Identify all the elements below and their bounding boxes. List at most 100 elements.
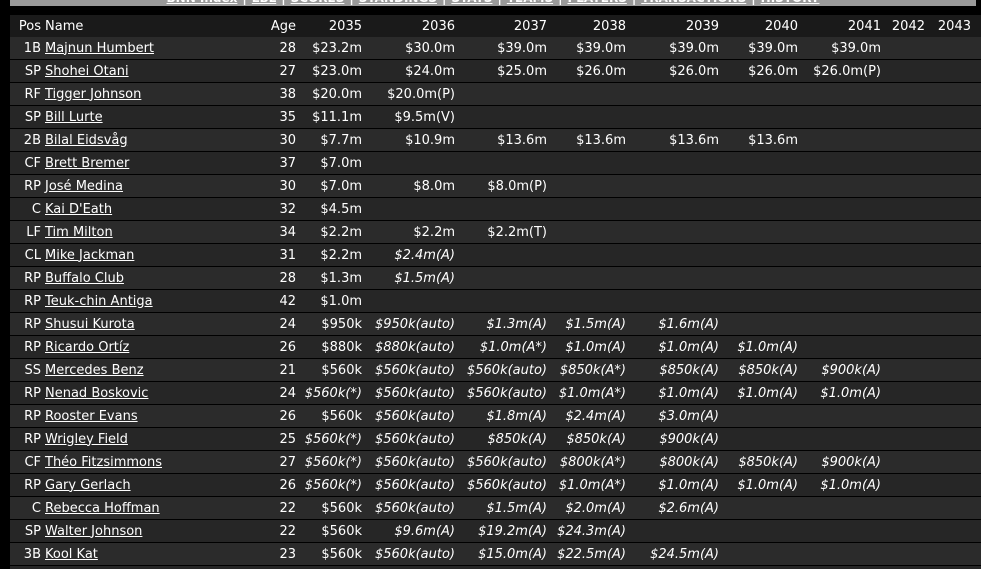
player-link[interactable]: Gary Gerlach [45, 478, 131, 493]
player-link[interactable]: Tigger Johnson [45, 87, 141, 102]
column-header-year-2042[interactable]: 2042 [881, 15, 925, 37]
salary-cell-2037 [455, 267, 547, 290]
player-link[interactable]: Rooster Evans [45, 409, 138, 424]
salary-cell-2043 [925, 244, 971, 267]
column-header-year-2040[interactable]: 2040 [719, 15, 798, 37]
salary-cell-2041 [798, 267, 881, 290]
salary-cell-2043 [925, 336, 971, 359]
player-link[interactable]: Kool Kat [45, 547, 98, 562]
player-link[interactable]: Nenad Boskovic [45, 386, 148, 401]
column-header-year-2035[interactable]: 2035 [300, 15, 362, 37]
nav-link-bnn-index[interactable]: BNN Index [167, 0, 238, 5]
player-link[interactable]: Mercedes Benz [45, 363, 144, 378]
salary-cell-2040: $26.0m [748, 63, 798, 79]
salary-cell-2040 [719, 152, 798, 175]
player-link[interactable]: Bilal Eidsvåg [45, 133, 128, 148]
salary-cell-2036: $560k(auto) [374, 477, 455, 493]
player-link[interactable]: Teuk-chin Antiga [45, 294, 153, 309]
nav-separator: | [281, 0, 285, 5]
salary-cell-2043 [925, 129, 971, 152]
nav-link-stats[interactable]: STATS [451, 0, 492, 5]
salary-cell-2037: $39.0m [497, 40, 547, 56]
nav-link-standings[interactable]: STANDINGS [359, 0, 437, 5]
name-cell: Shusui Kurota [41, 313, 214, 336]
salary-cell-2038 [547, 106, 626, 129]
salary-cell-2039 [626, 106, 719, 129]
salary-cell-2036: $880k(auto) [374, 339, 455, 355]
name-cell: Shohei Otani [41, 60, 214, 83]
salary-cell-2039 [626, 566, 719, 569]
column-header-year-2043[interactable]: 2043 [925, 15, 971, 37]
column-header-year-2036[interactable]: 2036 [362, 15, 455, 37]
position-cell: RP [24, 270, 41, 286]
column-header-year-2041[interactable]: 2041 [798, 15, 881, 37]
salary-cell-2035: $2.2m [320, 224, 362, 240]
salary-cell-2039 [626, 221, 719, 244]
salary-cell-2036: $560k(auto) [374, 385, 455, 401]
salary-cell-2036: $560k(auto) [374, 431, 455, 447]
player-link[interactable]: Buffalo Club [45, 271, 124, 286]
salary-cell-2043 [925, 267, 971, 290]
age-cell: 26 [279, 477, 296, 493]
salary-cell-2038 [547, 244, 626, 267]
nav-separator: | [497, 0, 501, 5]
nav-link-transactions[interactable]: TRANSACTIONS [641, 0, 746, 5]
age-cell: 30 [279, 178, 296, 194]
salary-cell-2036: $560k(auto) [374, 454, 455, 470]
salary-cell-2040 [719, 83, 798, 106]
column-header-year-2039[interactable]: 2039 [626, 15, 719, 37]
age-cell: 24 [214, 566, 300, 569]
table-row: RP Gary Gerlach 26 $560k(*) $560k(auto) $560k… [10, 473, 981, 497]
salary-cell-2036: $5.5m(A) [362, 566, 455, 569]
player-link[interactable]: Tim Milton [45, 225, 113, 240]
player-link[interactable]: Shusui Kurota [45, 317, 135, 332]
salary-cell-2038: $850k(A) [566, 431, 626, 447]
salary-cell-2036: $9.6m(A) [394, 523, 455, 539]
salary-cell-2036: $30.0m [405, 40, 455, 56]
age-cell: 28 [279, 40, 296, 56]
nav-link-players[interactable]: PLAYERS [567, 0, 626, 5]
salary-cell-2042 [881, 290, 925, 313]
table-row: C Rebecca Hoffman 22 $560k $560k(auto) $1.5m(… [10, 496, 981, 520]
table-row: SS Mercedes Benz 21 $560k $560k(auto) $560k(a… [10, 358, 981, 382]
player-link[interactable]: Shohei Otani [45, 64, 129, 79]
table-row: 1B Majnun Humbert 28 $23.2m $30.0m $39.0m $39.… [10, 37, 981, 60]
nav-link-scores[interactable]: SCORES [291, 0, 345, 5]
player-link[interactable]: Mike Jackman [45, 248, 134, 263]
salary-cell-2037: $1.3m(A) [486, 316, 547, 332]
nav-link-teams[interactable]: TEAMS [507, 0, 553, 5]
player-link[interactable]: Bill Lurte [45, 110, 103, 125]
column-header-year-2037[interactable]: 2037 [455, 15, 547, 37]
salary-cell-2042 [881, 37, 925, 60]
player-link[interactable]: Ricardo Ortíz [45, 340, 129, 355]
column-header-year-2038[interactable]: 2038 [547, 15, 626, 37]
player-link[interactable]: Walter Johnson [45, 524, 142, 539]
salary-cell-2041 [798, 83, 881, 106]
salary-cell-2038: $24.3m(A) [557, 523, 626, 539]
table-row: RP Shusui Kurota 24 $950k $950k(auto) $1.3m(A… [10, 312, 981, 336]
player-link[interactable]: Wrigley Field [45, 432, 128, 447]
player-link[interactable]: Brett Bremer [45, 156, 129, 171]
player-link[interactable]: José Medina [45, 179, 123, 194]
table-row: SP Shohei Otani 27 $23.0m $24.0m $25.0m $26.0m… [10, 59, 981, 83]
player-link[interactable]: Majnun Humbert [45, 41, 154, 56]
salary-cell-2035: $560k(*) [304, 431, 362, 447]
salary-cell-2036: $10.9m [405, 132, 455, 148]
salary-cell-2038 [547, 83, 626, 106]
column-header-age[interactable]: Age [214, 15, 300, 37]
nav-link-lbl[interactable]: LBL [252, 0, 276, 5]
salary-cell-2036: $9.5m(V) [394, 109, 455, 125]
player-link[interactable]: Kai D'Eath [45, 202, 112, 217]
position-cell: 2B [23, 132, 41, 148]
table-row: RP Rooster Evans 26 $560k $560k(auto) $1.8m(A… [10, 404, 981, 428]
player-link[interactable]: Rebecca Hoffman [45, 501, 160, 516]
name-cell: Tim Milton [41, 221, 214, 244]
age-cell: 42 [279, 293, 296, 309]
nav-link-history[interactable]: HISTORY [761, 0, 820, 5]
column-header-year-2044[interactable]: 2044 [971, 15, 981, 37]
salary-cell-2041 [798, 175, 881, 198]
column-header-name[interactable]: Name [41, 15, 214, 37]
player-link[interactable]: Théo Fitzsimmons [45, 455, 162, 470]
column-header-pos[interactable]: Pos [10, 15, 41, 37]
salary-cell-2043 [925, 60, 971, 83]
